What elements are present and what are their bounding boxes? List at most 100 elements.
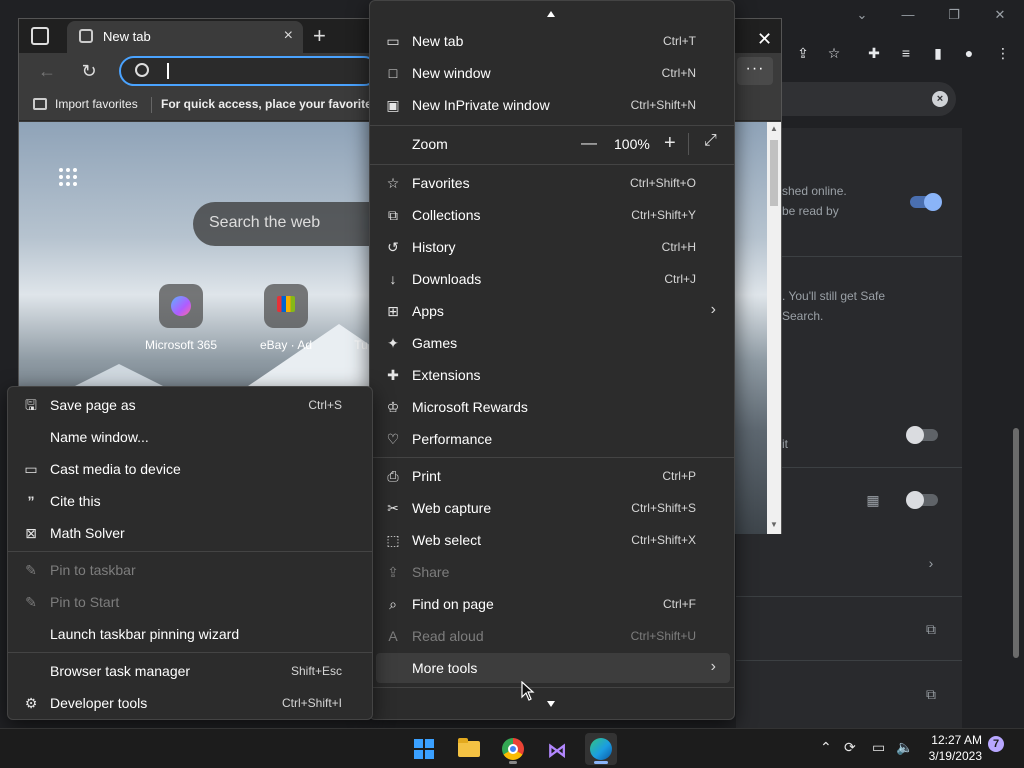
share-icon[interactable]: ⇪ — [792, 42, 814, 64]
submenu-item-save-page-as[interactable]: 🖫 Save page as Ctrl+S — [14, 390, 368, 420]
settings-toggle-off[interactable] — [906, 426, 938, 444]
menu-item-web-select[interactable]: ⬚ Web select Ctrl+Shift+X — [376, 525, 730, 555]
taskbar-edge[interactable] — [585, 733, 617, 765]
chevron-down-icon[interactable]: ⌄ — [844, 4, 880, 26]
divider — [736, 596, 962, 597]
address-bar[interactable] — [119, 56, 379, 86]
submenu-item-cite-this[interactable]: ” Cite this — [14, 486, 368, 516]
submenu-item-developer-tools[interactable]: ⚙ Developer tools Ctrl+Shift+I — [14, 688, 368, 718]
menu-item-extensions[interactable]: ✚ Extensions — [376, 360, 730, 390]
open-external-icon[interactable]: ⧉ — [920, 683, 942, 705]
submenu-item-launch-taskbar-pinning-wizard[interactable]: Launch taskbar pinning wizard — [14, 619, 368, 649]
scroll-up-icon[interactable] — [547, 11, 555, 17]
menu-item-history[interactable]: ↺ History Ctrl+H — [376, 232, 730, 262]
active-indicator — [594, 761, 608, 764]
menu-item-print[interactable]: ⎙ Print Ctrl+P — [376, 461, 730, 491]
import-favorites-label: Import favorites — [55, 97, 138, 111]
page-scrollbar[interactable]: ▲ ▼ — [767, 122, 781, 534]
menu-item-find-on-page[interactable]: ⌕ Find on page Ctrl+F — [376, 589, 730, 619]
submenu-item-name-window[interactable]: Name window... — [14, 422, 368, 452]
web-search-placeholder: Search the web — [209, 214, 321, 231]
system-clock[interactable]: 12:27 AM 3/19/2023 — [926, 732, 982, 764]
menu-item-favorites[interactable]: ☆ Favorites Ctrl+Shift+O — [376, 168, 730, 198]
taskbar-visual-studio[interactable]: ⋈ — [541, 733, 573, 765]
submenu-item-browser-task-manager[interactable]: Browser task manager Shift+Esc — [14, 656, 368, 686]
close-window-icon[interactable]: ✕ — [757, 29, 772, 50]
fullscreen-icon[interactable]: ⤢ — [704, 132, 717, 150]
menu-item-web-capture[interactable]: ✂ Web capture Ctrl+Shift+S — [376, 493, 730, 523]
notification-badge[interactable]: 7 — [988, 736, 1004, 752]
tab-new-tab[interactable]: New tab × — [67, 21, 303, 53]
web-search-box[interactable]: Search the web — [193, 202, 393, 246]
scroll-down-icon[interactable] — [547, 701, 555, 707]
menu-item-new-tab[interactable]: ▭ New tab Ctrl+T — [376, 26, 730, 56]
menu-item-performance[interactable]: ♡ Performance — [376, 424, 730, 454]
menu-item-share: ⇪ Share — [376, 557, 730, 587]
menu-separator — [370, 457, 734, 458]
restore-icon[interactable]: ❐ — [936, 4, 972, 26]
settings-text: it — [782, 437, 788, 451]
settings-toggle-on[interactable] — [910, 193, 942, 211]
import-favorites-button[interactable]: Import favorites — [33, 97, 138, 111]
close-tab-icon[interactable]: × — [284, 27, 293, 45]
show-hidden-icons-chevron-icon[interactable]: ⌃ — [820, 739, 832, 756]
zoom-in-icon[interactable]: + — [664, 132, 676, 155]
network-icon[interactable]: ▭ — [872, 739, 885, 756]
clear-search-icon[interactable]: × — [932, 91, 948, 107]
print-icon: ⎙ — [387, 468, 399, 484]
menu-item-label: New tab — [412, 33, 464, 49]
submenu-item-label: Cast media to device — [50, 461, 181, 477]
quick-link-partial[interactable]: Tu — [351, 284, 371, 352]
back-arrow-icon[interactable]: ← — [35, 59, 59, 83]
menu-item-new-window[interactable]: □ New window Ctrl+N — [376, 58, 730, 88]
taskbar-file-explorer[interactable] — [453, 733, 485, 765]
minimize-icon[interactable]: — — [890, 4, 926, 26]
background-scrollbar[interactable] — [1010, 128, 1022, 720]
scroll-down-arrow-icon[interactable]: ▼ — [770, 520, 778, 529]
taskbar: ⋈ ⌃ ⟳ ▭ 🔈 12:27 AM 3/19/2023 7 — [0, 728, 1024, 768]
menu-item-microsoft-rewards[interactable]: ♔ Microsoft Rewards — [376, 392, 730, 422]
menu-item-collections[interactable]: ⧉ Collections Ctrl+Shift+Y — [376, 200, 730, 230]
scroll-up-arrow-icon[interactable]: ▲ — [770, 124, 778, 133]
refresh-icon[interactable]: ↻ — [77, 59, 101, 83]
submenu-item-math-solver[interactable]: ⊠ Math Solver — [14, 518, 368, 548]
new-tab-icon: ▭ — [386, 33, 400, 49]
settings-toggle-off[interactable] — [906, 491, 938, 509]
side-panel-icon[interactable]: ▮ — [927, 42, 949, 64]
kebab-menu-icon[interactable]: ⋮ — [992, 42, 1014, 64]
submenu-item-cast-media[interactable]: ▭ Cast media to device — [14, 454, 368, 484]
sync-alert-icon[interactable]: ⟳ — [844, 739, 856, 756]
close-window-icon[interactable]: ✕ — [982, 4, 1018, 26]
extensions-icon[interactable]: ✚ — [863, 42, 885, 64]
zoom-level: 100% — [614, 136, 650, 152]
visual-studio-icon: ⋈ — [547, 740, 567, 762]
menu-item-label: Share — [412, 564, 450, 580]
quick-link-ebay[interactable]: eBay · Ad — [246, 284, 326, 352]
taskbar-chrome[interactable] — [497, 733, 529, 765]
volume-icon[interactable]: 🔈 — [896, 739, 913, 756]
developer-tools-icon: ⚙ — [24, 695, 38, 711]
menu-item-label: Games — [412, 335, 458, 351]
collections-icon: ⧉ — [388, 207, 398, 223]
menu-item-apps[interactable]: ⊞ Apps › — [376, 296, 730, 326]
star-icon[interactable]: ☆ — [823, 42, 845, 64]
zoom-out-icon[interactable]: — — [581, 135, 597, 153]
favorites-separator — [151, 97, 152, 113]
tab-actions-icon[interactable] — [31, 27, 49, 45]
settings-and-more-button[interactable]: ··· — [737, 57, 773, 85]
app-launcher-icon[interactable] — [59, 168, 79, 188]
start-button[interactable] — [408, 733, 440, 765]
menu-item-games[interactable]: ✦ Games — [376, 328, 730, 358]
profile-icon[interactable]: ● — [958, 42, 980, 64]
new-tab-plus-icon[interactable]: + — [313, 23, 326, 49]
menu-item-more-tools[interactable]: More tools › — [376, 653, 730, 683]
open-external-icon[interactable]: ⧉ — [920, 618, 942, 640]
submenu-separator — [8, 652, 372, 653]
quick-link-microsoft-365[interactable]: Microsoft 365 — [141, 284, 221, 352]
menu-item-label: Find on page — [412, 596, 494, 612]
media-icon[interactable]: ≡ — [895, 42, 917, 64]
menu-item-downloads[interactable]: ↓ Downloads Ctrl+J — [376, 264, 730, 294]
scroll-thumb[interactable] — [770, 140, 778, 206]
chevron-right-icon[interactable]: › — [920, 552, 942, 574]
menu-item-new-inprivate-window[interactable]: ▣ New InPrivate window Ctrl+Shift+N — [376, 90, 730, 120]
